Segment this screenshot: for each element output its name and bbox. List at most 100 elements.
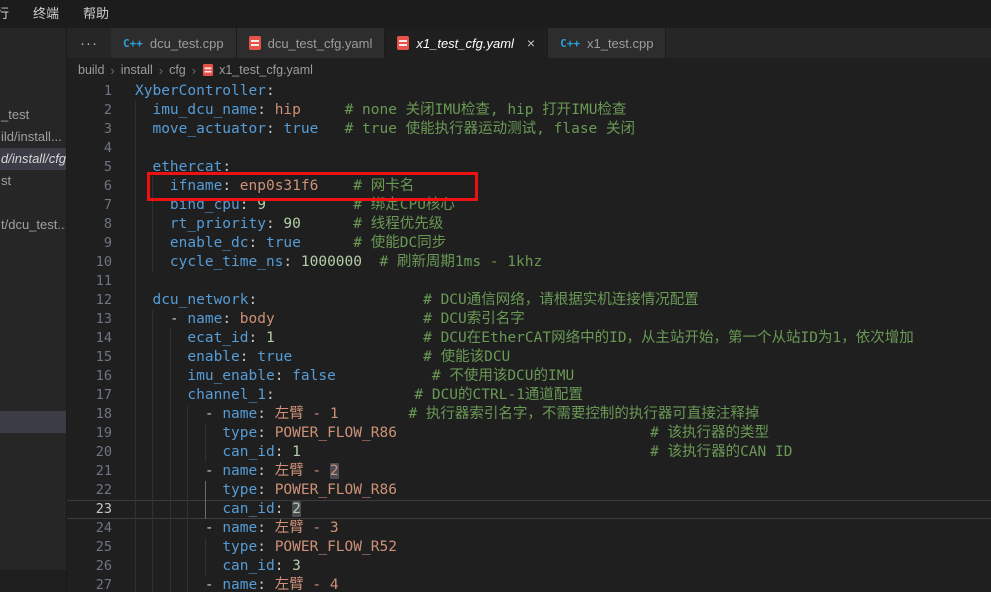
code-line[interactable]: 2 imu_dcu_name: hip # none 关闭IMU检查, hip … (67, 101, 991, 120)
line-number[interactable]: 15 (67, 348, 135, 367)
code-token: 1 (292, 444, 301, 460)
line-number[interactable]: 12 (67, 291, 135, 310)
line-number[interactable]: 20 (67, 443, 135, 462)
line-number[interactable]: 24 (67, 519, 135, 538)
code-line[interactable]: 24 - name: 左臂 - 3 (67, 519, 991, 538)
code-line-content (135, 272, 991, 291)
line-number[interactable]: 1 (67, 82, 135, 101)
code-line[interactable]: 15 enable: true # 使能该DCU (67, 348, 991, 367)
line-number[interactable]: 10 (67, 253, 135, 272)
breadcrumb-segment[interactable]: cfg (169, 63, 186, 77)
menu-item-0[interactable]: 行 (0, 0, 21, 28)
code-token: imu_dcu_name (152, 102, 257, 118)
line-number[interactable]: 19 (67, 424, 135, 443)
tab-bar: ··· C++dcu_test.cppdcu_test_cfg.yamlx1_t… (67, 28, 991, 58)
line-number[interactable]: 7 (67, 196, 135, 215)
indent-guide (170, 557, 171, 576)
code-line[interactable]: 9 enable_dc: true # 使能DC同步 (67, 234, 991, 253)
code-token: 2 (292, 501, 301, 517)
line-number[interactable]: 18 (67, 405, 135, 424)
code-token (362, 254, 379, 270)
menu-item-1[interactable]: 终端 (21, 0, 71, 28)
code-token: # DCU在EtherCAT网络中的ID，从主站开始，第一个从站ID为1，依次增… (423, 330, 914, 346)
code-token (266, 577, 275, 592)
menu-bar: 行终端帮助 (0, 0, 991, 28)
code-line[interactable]: 5 ethercat: (67, 158, 991, 177)
breadcrumb-segment[interactable]: build (78, 63, 104, 77)
indent-guide (152, 576, 153, 592)
editor-group: ··· C++dcu_test.cppdcu_test_cfg.yamlx1_t… (67, 28, 991, 592)
line-number[interactable]: 3 (67, 120, 135, 139)
code-line[interactable]: 11 (67, 272, 991, 291)
line-number[interactable]: 2 (67, 101, 135, 120)
sidebar-item-4[interactable]: t/dcu_test... (0, 214, 67, 236)
breadcrumb-segment[interactable]: install (121, 63, 153, 77)
code-line[interactable]: 8 rt_priority: 90 # 线程优先级 (67, 215, 991, 234)
tab-overflow-button[interactable]: ··· (67, 28, 111, 58)
tab-dcu-test-cpp[interactable]: C++dcu_test.cpp (111, 28, 237, 58)
sidebar-item-1[interactable]: ild/install... (0, 126, 67, 148)
code-line[interactable]: 23 can_id: 2 (67, 500, 991, 519)
tab-x1-test-cfg-yaml[interactable]: x1_test_cfg.yaml × (385, 28, 548, 58)
line-number[interactable]: 4 (67, 139, 135, 158)
sidebar-item-2[interactable]: d/install/cfg (0, 148, 67, 170)
breadcrumb-file[interactable]: x1_test_cfg.yaml (202, 63, 313, 77)
code-token (135, 330, 187, 346)
line-number[interactable]: 23 (67, 500, 135, 519)
code-token: bind_cpu (170, 197, 240, 213)
code-line[interactable]: 20 can_id: 1 # 该执行器的CAN ID (67, 443, 991, 462)
line-number[interactable]: 22 (67, 481, 135, 500)
line-number[interactable]: 8 (67, 215, 135, 234)
code-token: type (222, 539, 257, 555)
line-number[interactable]: 14 (67, 329, 135, 348)
sidebar-item-5[interactable] (0, 411, 67, 433)
code-line[interactable]: 3 move_actuator: true # true 使能执行器运动测试, … (67, 120, 991, 139)
sidebar-item-0[interactable]: _test (0, 104, 67, 126)
tab-dcu-test-cfg-yaml[interactable]: dcu_test_cfg.yaml (237, 28, 386, 58)
indent-guide (135, 348, 136, 367)
menu-item-2[interactable]: 帮助 (71, 0, 121, 28)
code-line[interactable]: 27 - name: 左臂 - 4 (67, 576, 991, 592)
code-line[interactable]: 17 channel_1: # DCU的CTRL-1通道配置 (67, 386, 991, 405)
code-token (135, 121, 152, 137)
code-line[interactable]: 10 cycle_time_ns: 1000000 # 刷新周期1ms - 1k… (67, 253, 991, 272)
code-line[interactable]: 19 type: POWER_FLOW_R86 # 该执行器的类型 (67, 424, 991, 443)
code-token: # 线程优先级 (353, 216, 443, 232)
line-number[interactable]: 11 (67, 272, 135, 291)
line-number[interactable]: 26 (67, 557, 135, 576)
code-line[interactable]: 25 type: POWER_FLOW_R52 (67, 538, 991, 557)
code-line[interactable]: 4 (67, 139, 991, 158)
code-token: enp0s31f6 (240, 178, 319, 194)
code-line[interactable]: 1XyberController: (67, 82, 991, 101)
line-number[interactable]: 21 (67, 462, 135, 481)
line-number[interactable]: 17 (67, 386, 135, 405)
code-token (266, 102, 275, 118)
line-number[interactable]: 25 (67, 538, 135, 557)
line-number[interactable]: 9 (67, 234, 135, 253)
code-line-content: enable: true # 使能该DCU (135, 348, 991, 367)
code-line[interactable]: 14 ecat_id: 1 # DCU在EtherCAT网络中的ID，从主站开始… (67, 329, 991, 348)
sidebar-item-3[interactable]: st (0, 170, 67, 192)
indent-guide (170, 481, 171, 500)
code-line[interactable]: 16 imu_enable: false # 不使用该DCU的IMU (67, 367, 991, 386)
code-line[interactable]: 18 - name: 左臂 - 1 # 执行器索引名字，不需要控制的执行器可直接… (67, 405, 991, 424)
code-token: 2 (330, 463, 339, 479)
line-number[interactable]: 5 (67, 158, 135, 177)
indent-guide (205, 481, 206, 500)
code-line[interactable]: 6 ifname: enp0s31f6 # 网卡名 (67, 177, 991, 196)
code-line[interactable]: 26 can_id: 3 (67, 557, 991, 576)
code-token: : (257, 102, 266, 118)
code-line[interactable]: 12 dcu_network: # DCU通信网络，请根据实机连接情况配置 (67, 291, 991, 310)
code-line[interactable]: 22 type: POWER_FLOW_R86 (67, 481, 991, 500)
line-number[interactable]: 6 (67, 177, 135, 196)
code-line[interactable]: 13 - name: body # DCU索引名字 (67, 310, 991, 329)
line-number[interactable]: 16 (67, 367, 135, 386)
code-line[interactable]: 21 - name: 左臂 - 2 (67, 462, 991, 481)
close-icon[interactable]: × (527, 36, 535, 50)
tab-label: x1_test_cfg.yaml (416, 36, 514, 51)
code-token: POWER_FLOW_R86 (275, 482, 397, 498)
code-line[interactable]: 7 bind_cpu: 9 # 绑定CPU核心 (67, 196, 991, 215)
line-number[interactable]: 13 (67, 310, 135, 329)
tab-x1-test-cpp[interactable]: C++x1_test.cpp (548, 28, 666, 58)
line-number[interactable]: 27 (67, 576, 135, 592)
